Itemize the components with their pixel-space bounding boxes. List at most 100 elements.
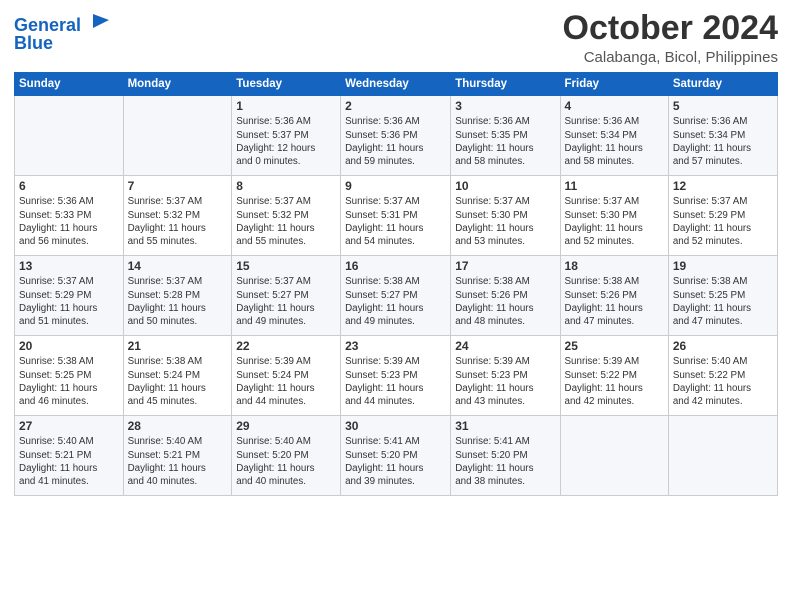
day-number: 1 — [236, 99, 336, 113]
day-info: Sunrise: 5:39 AMSunset: 5:23 PMDaylight:… — [455, 355, 555, 408]
day-number: 25 — [565, 339, 664, 353]
dow-header-sunday: Sunday — [15, 73, 124, 96]
day-info: Sunrise: 5:38 AMSunset: 5:27 PMDaylight:… — [345, 275, 446, 328]
day-info: Sunrise: 5:40 AMSunset: 5:21 PMDaylight:… — [19, 435, 119, 488]
day-number: 27 — [19, 419, 119, 433]
calendar-cell: 9Sunrise: 5:37 AMSunset: 5:31 PMDaylight… — [341, 176, 451, 256]
day-number: 26 — [673, 339, 773, 353]
calendar-cell: 2 Sunrise: 5:36 AMSunset: 5:36 PMDaylight… — [341, 96, 451, 176]
day-number: 16 — [345, 259, 446, 273]
calendar-cell — [668, 416, 777, 496]
day-info: Sunrise: 5:40 AMSunset: 5:22 PMDaylight:… — [673, 355, 773, 408]
day-number: 31 — [455, 419, 555, 433]
day-number: 18 — [565, 259, 664, 273]
day-info: Sunrise: 5:36 AMSunset: 5:33 PMDaylight:… — [19, 195, 119, 248]
calendar-cell: 8 Sunrise: 5:37 AMSunset: 5:32 PMDaylight… — [232, 176, 341, 256]
day-info: Sunrise: 5:37 AMSunset: 5:29 PMDaylight:… — [19, 275, 119, 328]
calendar-cell: 5Sunrise: 5:36 AMSunset: 5:34 PMDaylight… — [668, 96, 777, 176]
day-number: 15 — [236, 259, 336, 273]
day-info: Sunrise: 5:36 AMSunset: 5:34 PMDaylight:… — [565, 115, 664, 168]
calendar-cell: 3 Sunrise: 5:36 AMSunset: 5:35 PMDaylight… — [451, 96, 560, 176]
calendar-cell: 23 Sunrise: 5:39 AMSunset: 5:23 PMDayligh… — [341, 336, 451, 416]
week-row-2: 6 Sunrise: 5:36 AMSunset: 5:33 PMDaylight… — [15, 176, 778, 256]
location-title: Calabanga, Bicol, Philippines — [563, 49, 778, 66]
day-info: Sunrise: 5:36 AMSunset: 5:36 PMDaylight:… — [345, 115, 446, 168]
day-number: 4 — [565, 99, 664, 113]
day-info: Sunrise: 5:39 AMSunset: 5:23 PMDaylight:… — [345, 355, 446, 408]
day-number: 8 — [236, 179, 336, 193]
day-info: Sunrise: 5:37 AMSunset: 5:30 PMDaylight:… — [565, 195, 664, 248]
calendar-cell: 17Sunrise: 5:38 AMSunset: 5:26 PMDayligh… — [451, 256, 560, 336]
calendar-cell: 25Sunrise: 5:39 AMSunset: 5:22 PMDayligh… — [560, 336, 668, 416]
day-info: Sunrise: 5:40 AMSunset: 5:21 PMDaylight:… — [128, 435, 228, 488]
day-number: 2 — [345, 99, 446, 113]
day-number: 23 — [345, 339, 446, 353]
dow-header-monday: Monday — [123, 73, 232, 96]
calendar-body: 1 Sunrise: 5:36 AMSunset: 5:37 PMDaylight… — [15, 96, 778, 496]
calendar-cell — [123, 96, 232, 176]
day-info: Sunrise: 5:38 AMSunset: 5:26 PMDaylight:… — [565, 275, 664, 328]
day-info: Sunrise: 5:41 AMSunset: 5:20 PMDaylight:… — [455, 435, 555, 488]
calendar-cell: 31 Sunrise: 5:41 AMSunset: 5:20 PMDayligh… — [451, 416, 560, 496]
header: General Blue October 2024 Calabanga, Bic… — [14, 10, 778, 66]
days-of-week-row: SundayMondayTuesdayWednesdayThursdayFrid… — [15, 73, 778, 96]
calendar-cell: 22 Sunrise: 5:39 AMSunset: 5:24 PMDayligh… — [232, 336, 341, 416]
day-info: Sunrise: 5:36 AMSunset: 5:35 PMDaylight:… — [455, 115, 555, 168]
day-info: Sunrise: 5:36 AMSunset: 5:34 PMDaylight:… — [673, 115, 773, 168]
logo-icon — [83, 10, 111, 38]
dow-header-wednesday: Wednesday — [341, 73, 451, 96]
calendar-cell: 6 Sunrise: 5:36 AMSunset: 5:33 PMDaylight… — [15, 176, 124, 256]
calendar: SundayMondayTuesdayWednesdayThursdayFrid… — [14, 72, 778, 496]
dow-header-tuesday: Tuesday — [232, 73, 341, 96]
day-number: 6 — [19, 179, 119, 193]
calendar-cell: 19 Sunrise: 5:38 AMSunset: 5:25 PMDayligh… — [668, 256, 777, 336]
day-number: 12 — [673, 179, 773, 193]
dow-header-thursday: Thursday — [451, 73, 560, 96]
day-number: 10 — [455, 179, 555, 193]
calendar-cell: 28Sunrise: 5:40 AMSunset: 5:21 PMDayligh… — [123, 416, 232, 496]
day-info: Sunrise: 5:37 AMSunset: 5:28 PMDaylight:… — [128, 275, 228, 328]
calendar-cell: 11 Sunrise: 5:37 AMSunset: 5:30 PMDayligh… — [560, 176, 668, 256]
day-number: 22 — [236, 339, 336, 353]
calendar-cell: 30Sunrise: 5:41 AMSunset: 5:20 PMDayligh… — [341, 416, 451, 496]
day-info: Sunrise: 5:37 AMSunset: 5:29 PMDaylight:… — [673, 195, 773, 248]
month-title: October 2024 — [563, 10, 778, 47]
page: General Blue October 2024 Calabanga, Bic… — [0, 0, 792, 612]
calendar-cell: 4 Sunrise: 5:36 AMSunset: 5:34 PMDaylight… — [560, 96, 668, 176]
week-row-4: 20 Sunrise: 5:38 AMSunset: 5:25 PMDayligh… — [15, 336, 778, 416]
day-info: Sunrise: 5:37 AMSunset: 5:32 PMDaylight:… — [236, 195, 336, 248]
day-number: 21 — [128, 339, 228, 353]
day-number: 29 — [236, 419, 336, 433]
calendar-cell: 27 Sunrise: 5:40 AMSunset: 5:21 PMDayligh… — [15, 416, 124, 496]
day-number: 3 — [455, 99, 555, 113]
day-number: 11 — [565, 179, 664, 193]
dow-header-saturday: Saturday — [668, 73, 777, 96]
day-number: 24 — [455, 339, 555, 353]
calendar-cell: 7Sunrise: 5:37 AMSunset: 5:32 PMDaylight… — [123, 176, 232, 256]
day-number: 17 — [455, 259, 555, 273]
dow-header-friday: Friday — [560, 73, 668, 96]
calendar-cell: 26 Sunrise: 5:40 AMSunset: 5:22 PMDayligh… — [668, 336, 777, 416]
day-info: Sunrise: 5:37 AMSunset: 5:30 PMDaylight:… — [455, 195, 555, 248]
day-info: Sunrise: 5:37 AMSunset: 5:31 PMDaylight:… — [345, 195, 446, 248]
calendar-cell — [560, 416, 668, 496]
calendar-cell: 13 Sunrise: 5:37 AMSunset: 5:29 PMDayligh… — [15, 256, 124, 336]
day-number: 7 — [128, 179, 228, 193]
day-info: Sunrise: 5:38 AMSunset: 5:25 PMDaylight:… — [19, 355, 119, 408]
day-number: 19 — [673, 259, 773, 273]
calendar-cell: 20 Sunrise: 5:38 AMSunset: 5:25 PMDayligh… — [15, 336, 124, 416]
calendar-cell: 12 Sunrise: 5:37 AMSunset: 5:29 PMDayligh… — [668, 176, 777, 256]
day-info: Sunrise: 5:36 AMSunset: 5:37 PMDaylight:… — [236, 115, 336, 168]
week-row-1: 1 Sunrise: 5:36 AMSunset: 5:37 PMDaylight… — [15, 96, 778, 176]
day-info: Sunrise: 5:38 AMSunset: 5:25 PMDaylight:… — [673, 275, 773, 328]
calendar-cell: 29 Sunrise: 5:40 AMSunset: 5:20 PMDayligh… — [232, 416, 341, 496]
day-number: 13 — [19, 259, 119, 273]
calendar-cell: 16 Sunrise: 5:38 AMSunset: 5:27 PMDayligh… — [341, 256, 451, 336]
calendar-cell: 10 Sunrise: 5:37 AMSunset: 5:30 PMDayligh… — [451, 176, 560, 256]
day-info: Sunrise: 5:40 AMSunset: 5:20 PMDaylight:… — [236, 435, 336, 488]
day-info: Sunrise: 5:39 AMSunset: 5:24 PMDaylight:… — [236, 355, 336, 408]
calendar-cell: 24 Sunrise: 5:39 AMSunset: 5:23 PMDayligh… — [451, 336, 560, 416]
day-number: 30 — [345, 419, 446, 433]
calendar-cell: 18 Sunrise: 5:38 AMSunset: 5:26 PMDayligh… — [560, 256, 668, 336]
day-number: 20 — [19, 339, 119, 353]
